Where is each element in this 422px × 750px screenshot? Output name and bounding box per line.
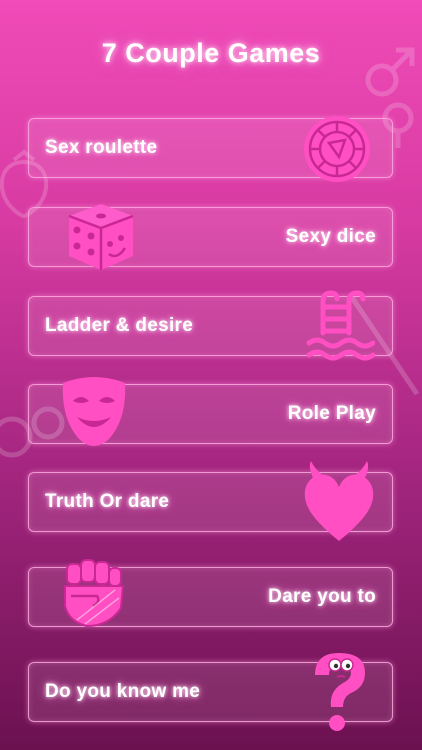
game-card-sex-roulette[interactable]: Sex roulette <box>28 116 393 182</box>
ladder-pool-icon <box>306 290 375 361</box>
devil-heart-icon <box>304 461 374 541</box>
game-label: Ladder & desire <box>45 315 194 336</box>
game-label: Dare you to <box>268 586 376 607</box>
game-card-sexy-dice[interactable]: Sexy dice <box>28 204 393 270</box>
game-card-ladder-desire[interactable]: Ladder & desire <box>28 290 393 361</box>
game-card-truth-or-dare[interactable]: Truth Or dare <box>28 461 393 541</box>
game-card-dare-you-to[interactable]: Dare you to <box>28 559 393 628</box>
game-label: Truth Or dare <box>45 491 170 512</box>
theater-mask-icon <box>62 377 126 446</box>
game-label: Role Play <box>287 403 376 424</box>
page-title: 7 Couple Games <box>101 38 321 68</box>
roulette-icon <box>304 116 370 182</box>
game-label: Do you know me <box>45 681 201 702</box>
game-card-role-play[interactable]: Role Play <box>28 377 393 446</box>
game-label: Sex roulette <box>45 137 158 158</box>
raised-fist-icon <box>64 559 125 628</box>
dice-icon <box>68 204 134 270</box>
question-mark-character-icon <box>315 653 365 731</box>
game-card-do-you-know-me[interactable]: Do you know me <box>28 653 393 731</box>
game-label: Sexy dice <box>285 226 376 247</box>
